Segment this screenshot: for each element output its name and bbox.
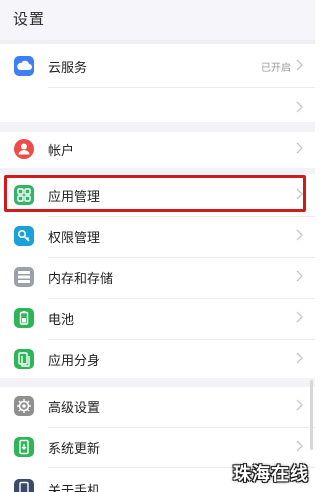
chevron-right-icon (296, 440, 303, 452)
battery-icon (14, 308, 34, 328)
settings-row-permission[interactable]: 权限管理 (0, 217, 315, 257)
chevron-right-icon (296, 229, 303, 241)
phone-info-icon (14, 479, 34, 492)
chevron-right-icon (296, 399, 303, 411)
chevron-right-icon (296, 311, 303, 323)
settings-row-label: 系统更新 (48, 442, 101, 457)
highlight-box (4, 175, 306, 212)
chevron-right-icon (296, 101, 303, 113)
settings-row-storage[interactable]: 内存和存储 (0, 258, 315, 298)
settings-row-label: 内存和存储 (48, 272, 114, 287)
settings-row-label: 帐户 (48, 144, 75, 159)
settings-row-label: 权限管理 (48, 231, 101, 246)
chevron-right-icon (296, 352, 303, 364)
group-gap (0, 378, 315, 387)
account-icon (14, 139, 34, 159)
scrollbar[interactable] (310, 380, 313, 450)
header-separator (0, 40, 315, 44)
settings-screen: 设置 云服务 已开启 帐户 应用管理 权限管理 内存和存储 电池 应用分身 高级… (0, 0, 315, 492)
settings-row-label: 高级设置 (48, 401, 101, 416)
watermark-text: 珠海在线 (233, 464, 309, 485)
chevron-right-icon (296, 270, 303, 282)
settings-row-label: 应用分身 (48, 354, 101, 369)
cloud-icon (14, 56, 34, 76)
gear-icon (14, 396, 34, 416)
page-title: 设置 (13, 10, 46, 28)
chevron-right-icon (296, 59, 303, 71)
app-twin-icon (14, 349, 34, 369)
settings-row-account[interactable]: 帐户 (0, 130, 315, 170)
settings-row-label: 电池 (48, 313, 75, 328)
settings-row-advanced[interactable]: 高级设置 (0, 387, 315, 427)
system-update-icon (14, 437, 34, 457)
header-bar: 设置 (0, 0, 315, 40)
chevron-right-icon (296, 142, 303, 154)
permission-icon (14, 226, 34, 246)
group-gap (0, 168, 315, 174)
settings-row-label: 关于手机 (48, 484, 101, 492)
settings-row-app-twin[interactable]: 应用分身 (0, 340, 315, 380)
settings-row-cloud[interactable]: 云服务 已开启 (0, 47, 315, 87)
settings-row-label: 云服务 (48, 61, 88, 76)
settings-row-battery[interactable]: 电池 (0, 299, 315, 339)
storage-icon (14, 267, 34, 287)
status-text: 已开启 (261, 63, 291, 74)
